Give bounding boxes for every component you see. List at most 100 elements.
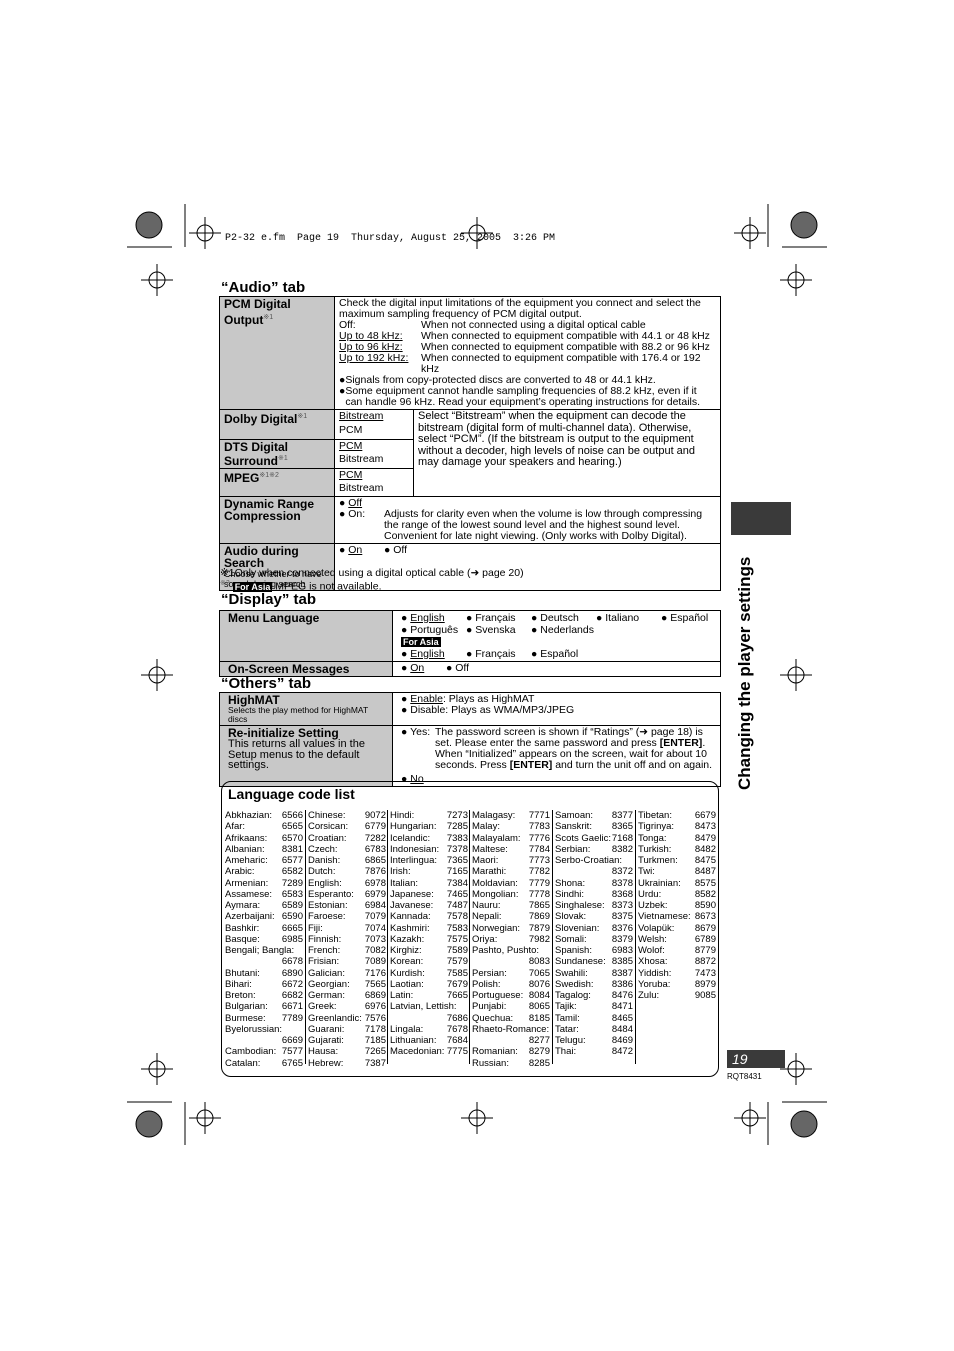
dolby-options[interactable]: Bitstream PCM [334,409,414,440]
language-code: 7289 [281,877,303,889]
language-name: Basque: [225,933,260,945]
others-settings-table: HighMAT Selects the play method for HighM… [219,692,721,787]
language-code-entry: Greenlandic: 7576 [308,1013,386,1024]
menu-language-option[interactable]: ● Português [401,624,466,636]
language-name: Shona: [555,877,586,889]
language-code-entry: Singhalese: 8373 [555,900,633,911]
menu-language-option[interactable]: ● Svenska [466,624,531,636]
language-code: 6672 [281,978,303,990]
dts-options[interactable]: PCM Bitstream [334,439,414,469]
menu-language-option[interactable]: ● English [401,612,466,624]
language-name: Albanian: [225,843,265,855]
display-settings-table: Menu Language ● English ● Français ● Deuts… [219,610,721,677]
language-name: Galician: [308,967,345,979]
language-name: Afrikaans: [225,832,268,844]
language-code-entry: Nepali: 7869 [472,911,550,922]
language-code: 8376 [611,922,633,934]
language-code-entry: Sindhi: 8368 [555,889,633,900]
crosshair-mark [461,217,493,249]
language-code-entry: Kazakh: 7575 [390,934,468,945]
language-name: Abkhazian: [225,810,273,821]
language-name: Kazakh: [390,933,425,945]
menu-language-option[interactable]: ● English [401,648,466,660]
language-name: Scots Gaelic: [555,832,611,844]
language-code: 7473 [694,967,716,979]
language-name: Wolof: [638,945,665,956]
language-code-entry: Afar: 6565 [225,821,303,832]
menu-language-option[interactable]: ● Français [466,648,531,660]
language-code-entry: Tajik: 8471 [555,1001,633,1012]
language-code-entry: Burmese: 7789 [225,1013,303,1024]
language-code: 7387 [364,1057,386,1069]
menu-language-option[interactable]: ● Deutsch [531,612,596,624]
language-code-entry: Galician: 7176 [308,968,386,979]
highmat-options[interactable]: ● Enable: Plays as HighMAT ● Disable: Pla… [392,692,721,726]
language-code: 8679 [694,922,716,934]
language-code: 7679 [446,978,468,990]
language-name: Nederlands [540,624,594,636]
language-code-entry: Romanian: 8279 [472,1046,550,1057]
language-code-column: Chinese: 9072 Corsican: 6779 Croatian: 7282 Cz… [308,810,386,1069]
language-code: 6869 [364,990,386,1001]
language-name: Ukrainian: [638,877,681,889]
osm-options[interactable]: ● On ● Off [392,661,721,677]
language-code-entry: Serbian: 8382 [555,844,633,855]
language-name: Kurdish: [390,967,425,979]
language-name: Laotian: [390,978,424,990]
language-name: Telugu: [555,1035,586,1046]
language-code-entry: Polish: 8076 [472,979,550,990]
reinit-options[interactable]: ● Yes: The password screen is shown if “R… [392,725,721,787]
language-code-entry: Sundanese: 8385 [555,956,633,967]
language-code: 6976 [364,1001,386,1013]
language-name: Sanskrit: [555,821,592,833]
language-code: 7082 [364,945,386,956]
language-name: Français [475,648,516,660]
drc-options[interactable]: ● Off ● On: Adjusts for clarity even when… [334,496,721,544]
language-code-entry: Telugu: 8469 [555,1035,633,1046]
language-name: Czech: [308,843,338,855]
language-code-entry: Latin: 7665 [390,990,468,1001]
menu-language-option[interactable]: ● Español [531,648,596,660]
mpeg-options[interactable]: PCM Bitstream [334,468,414,497]
language-code: 8779 [694,945,716,956]
menu-language-option[interactable]: ● Italiano [596,612,661,624]
language-code: 8386 [611,978,633,990]
language-name: English: [308,877,342,889]
language-code-entry: Azerbaijani: 6590 [225,911,303,922]
language-code-entry: Sanskrit: 8365 [555,821,633,832]
footnote-1: ※1Only when connected using a digital op… [220,567,524,579]
language-name: Tatar: [555,1023,579,1035]
language-code: 6783 [364,843,386,855]
language-code: 7282 [364,832,386,844]
language-name: Armenian: [225,877,269,889]
language-code-entry: Tagalog: 8476 [555,990,633,1001]
language-code: 7879 [528,922,550,934]
language-code-entry: Thai: 8472 [555,1046,633,1057]
menu-language-option[interactable]: ● Nederlands [531,624,596,636]
language-code-entry: Corsican: 6779 [308,821,386,832]
language-code: 7365 [446,855,468,866]
language-code-entry: Indonesian: 7378 [390,844,468,855]
language-code: 6669 [281,1035,303,1046]
menu-language-options[interactable]: ● English ● Français ● Deutsch ● Italiano ● … [392,610,721,662]
language-code: 8076 [528,978,550,990]
language-code-entry: Portuguese: 8084 [472,990,550,1001]
language-code-entry: Samoan: 8377 [555,810,633,821]
menu-language-option[interactable]: ● Español [661,612,716,624]
language-name: Polish: [472,978,501,990]
language-code: 7665 [446,990,468,1001]
language-code-entry: Maltese: 7784 [472,844,550,855]
language-name: Norwegian: [472,922,521,934]
language-name: Gujarati: [308,1035,344,1046]
language-code-entry: Laotian: 7679 [390,979,468,990]
language-code: 7074 [364,922,386,934]
language-name: Uzbek: [638,900,668,911]
language-code: 8185 [528,1012,550,1024]
crosshair-mark [461,1102,493,1134]
language-name: Español [670,612,709,624]
language-code: 6779 [364,821,386,833]
menu-language-option[interactable]: ● Français [466,612,531,624]
pcm-option-row: Up to 192 kHz: When connected to equipmen… [339,353,716,375]
language-name: Spanish: [555,945,592,956]
language-name: Corsican: [308,821,349,833]
